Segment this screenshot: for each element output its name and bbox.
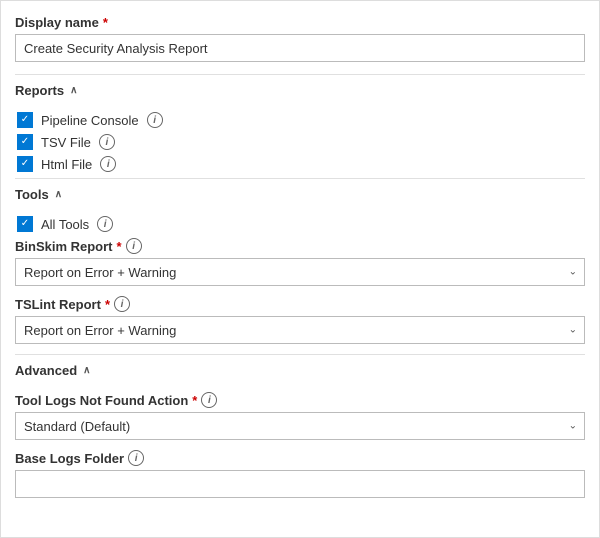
display-name-group: Display name * [15, 15, 585, 62]
tsv-file-checkmark: ✓ [21, 137, 29, 147]
binskim-report-label: BinSkim Report * i [15, 238, 585, 254]
tools-section-header[interactable]: Tools ∧ [15, 178, 585, 210]
binskim-report-label-text: BinSkim Report [15, 239, 113, 254]
tslint-dropdown[interactable]: Report on Error + Warning Report on Erro… [15, 316, 585, 344]
tslint-info-icon[interactable]: i [114, 296, 130, 312]
display-name-label: Display name * [15, 15, 585, 30]
pipeline-console-checkbox[interactable]: ✓ [17, 112, 33, 128]
tslint-dropdown-wrapper: Report on Error + Warning Report on Erro… [15, 316, 585, 344]
display-name-required: * [103, 15, 108, 30]
html-file-info-icon[interactable]: i [100, 156, 116, 172]
base-logs-folder-group: Base Logs Folder i [15, 450, 585, 498]
all-tools-checkmark: ✓ [21, 219, 29, 229]
html-file-row: ✓ Html File i [15, 156, 585, 172]
tool-logs-group: Tool Logs Not Found Action * i Standard … [15, 392, 585, 440]
tslint-report-label-text: TSLint Report [15, 297, 101, 312]
reports-chevron-icon: ∧ [70, 85, 77, 96]
binskim-report-group: BinSkim Report * i Report on Error + War… [15, 238, 585, 286]
display-name-input[interactable] [15, 34, 585, 62]
tool-logs-label: Tool Logs Not Found Action * i [15, 392, 585, 408]
advanced-section-label: Advanced [15, 363, 77, 378]
tool-logs-info-icon[interactable]: i [201, 392, 217, 408]
advanced-section-header[interactable]: Advanced ∧ [15, 354, 585, 386]
all-tools-checkbox[interactable]: ✓ [17, 216, 33, 232]
tslint-report-group: TSLint Report * i Report on Error + Warn… [15, 296, 585, 344]
pipeline-console-label: Pipeline Console [41, 113, 139, 128]
tool-logs-dropdown[interactable]: Standard (Default) None Warning Error [15, 412, 585, 440]
html-file-label: Html File [41, 157, 92, 172]
base-logs-folder-info-icon[interactable]: i [128, 450, 144, 466]
all-tools-row: ✓ All Tools i [15, 216, 585, 232]
tsv-file-info-icon[interactable]: i [99, 134, 115, 150]
binskim-info-icon[interactable]: i [126, 238, 142, 254]
tslint-required: * [105, 297, 110, 312]
base-logs-folder-label: Base Logs Folder i [15, 450, 585, 466]
advanced-chevron-icon: ∧ [83, 365, 90, 376]
tsv-file-row: ✓ TSV File i [15, 134, 585, 150]
binskim-dropdown-wrapper: Report on Error + Warning Report on Erro… [15, 258, 585, 286]
reports-section-content: ✓ Pipeline Console i ✓ TSV File i ✓ Html… [15, 112, 585, 172]
tsv-file-label: TSV File [41, 135, 91, 150]
reports-section-header[interactable]: Reports ∧ [15, 74, 585, 106]
binskim-required: * [117, 239, 122, 254]
pipeline-console-row: ✓ Pipeline Console i [15, 112, 585, 128]
reports-section-label: Reports [15, 83, 64, 98]
display-name-label-text: Display name [15, 15, 99, 30]
tools-section-content: ✓ All Tools i BinSkim Report * i Report … [15, 216, 585, 344]
tool-logs-dropdown-wrapper: Standard (Default) None Warning Error ⌄ [15, 412, 585, 440]
tools-chevron-icon: ∧ [55, 189, 62, 200]
html-file-checkbox[interactable]: ✓ [17, 156, 33, 172]
all-tools-info-icon[interactable]: i [97, 216, 113, 232]
tools-section-label: Tools [15, 187, 49, 202]
form-container: Display name * Reports ∧ ✓ Pipeline Cons… [0, 0, 600, 538]
tool-logs-required: * [192, 393, 197, 408]
all-tools-label: All Tools [41, 217, 89, 232]
base-logs-folder-input[interactable] [15, 470, 585, 498]
pipeline-console-checkmark: ✓ [21, 115, 29, 125]
html-file-checkmark: ✓ [21, 159, 29, 169]
tsv-file-checkbox[interactable]: ✓ [17, 134, 33, 150]
tool-logs-label-text: Tool Logs Not Found Action [15, 393, 188, 408]
binskim-dropdown[interactable]: Report on Error + Warning Report on Erro… [15, 258, 585, 286]
base-logs-folder-label-text: Base Logs Folder [15, 451, 124, 466]
pipeline-console-info-icon[interactable]: i [147, 112, 163, 128]
advanced-section-content: Tool Logs Not Found Action * i Standard … [15, 392, 585, 498]
tslint-report-label: TSLint Report * i [15, 296, 585, 312]
